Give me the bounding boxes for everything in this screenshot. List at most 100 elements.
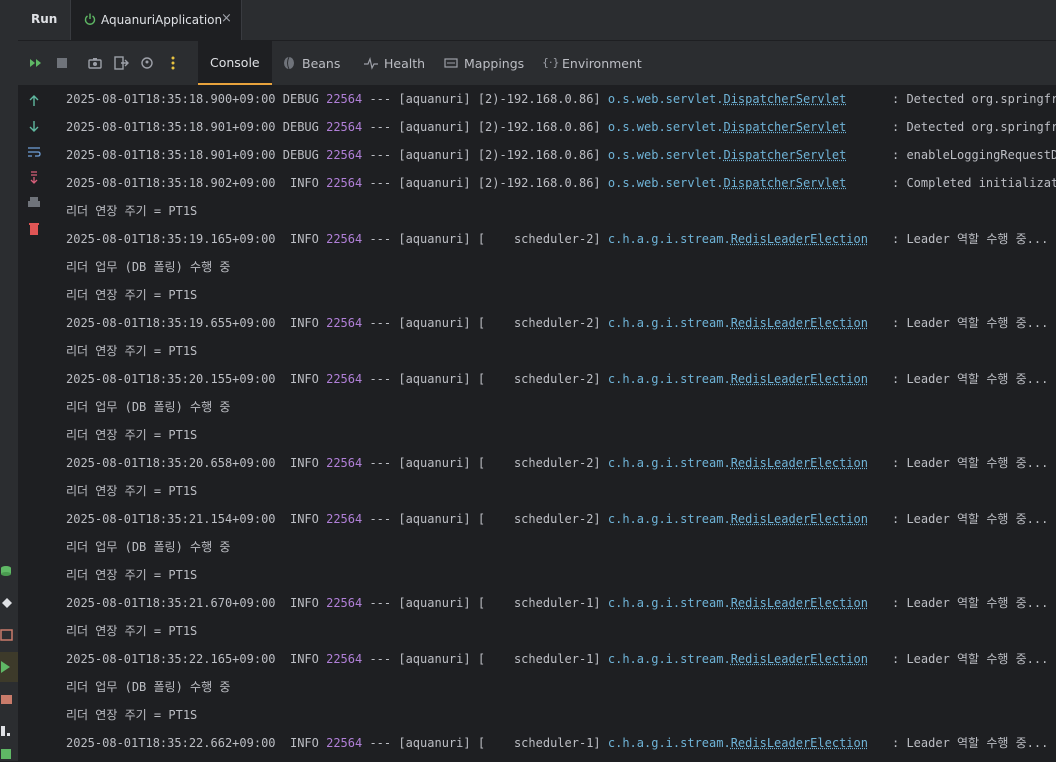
log-pid: 22564 <box>326 512 362 526</box>
log-message: : Completed initialization in 2 ms <box>892 169 1056 197</box>
clear-all-icon[interactable] <box>26 221 42 237</box>
log-line: 2025-08-01T18:35:22.662+09:00 INFO 22564… <box>66 729 868 757</box>
console-actions <box>18 85 50 761</box>
log-line: 2025-08-01T18:35:22.165+09:00 INFO 22564… <box>66 645 868 673</box>
logger-package: c.h.a.g.i.stream. <box>608 372 731 386</box>
stdout-text: 리더 업무 (DB 폴링) 수행 중 <box>66 400 230 414</box>
logger-package: o.s.web.servlet. <box>608 120 724 134</box>
tab-console[interactable]: Console <box>198 41 272 85</box>
run-config-tab-label: AquanuriApplication <box>101 13 222 27</box>
log-message: : Leader 역할 수행 중... <box>892 729 1048 757</box>
stdout-line: 리더 연장 주기 = PT1S <box>66 561 197 589</box>
log-pid: 22564 <box>326 232 362 246</box>
log-pid: 22564 <box>326 372 362 386</box>
run-tool-active[interactable] <box>0 652 18 682</box>
log-thread: --- [aquanuri] [2)-192.168.0.86] <box>362 176 608 190</box>
log-thread: --- [aquanuri] [ scheduler-1] <box>362 736 608 750</box>
log-message: : Leader 역할 수행 중... <box>892 589 1048 617</box>
log-thread: --- [aquanuri] [2)-192.168.0.86] <box>362 92 608 106</box>
logger-class-link: DispatcherServlet <box>723 92 846 106</box>
log-line: 2025-08-01T18:35:18.901+09:00 DEBUG 2256… <box>66 141 846 169</box>
scroll-to-end-icon[interactable] <box>26 170 42 186</box>
logger-package: c.h.a.g.i.stream. <box>608 652 731 666</box>
beans-icon <box>282 56 296 70</box>
tab-mappings[interactable]: Mappings <box>432 41 536 85</box>
stop-icon[interactable] <box>54 55 70 71</box>
log-timestamp: 2025-08-01T18:35:18.901+09:00 <box>66 148 276 162</box>
log-line: 2025-08-01T18:35:20.658+09:00 INFO 22564… <box>66 449 868 477</box>
logger-package: o.s.web.servlet. <box>608 92 724 106</box>
log-level: INFO <box>283 736 319 750</box>
scroll-up-icon[interactable] <box>26 93 42 109</box>
log-logger[interactable]: c.h.a.g.i.stream.RedisLeaderElection <box>608 232 868 246</box>
log-thread: --- [aquanuri] [ scheduler-2] <box>362 232 608 246</box>
stdout-text: 리더 연장 주기 = PT1S <box>66 708 197 722</box>
print-icon[interactable] <box>26 195 42 211</box>
log-logger[interactable]: o.s.web.servlet.DispatcherServlet <box>608 120 846 134</box>
exit-icon[interactable] <box>113 55 129 71</box>
log-logger[interactable]: c.h.a.g.i.stream.RedisLeaderElection <box>608 736 868 750</box>
services-icon[interactable] <box>0 692 14 706</box>
log-logger[interactable]: c.h.a.g.i.stream.RedisLeaderElection <box>608 652 868 666</box>
stdout-text: 리더 연장 주기 = PT1S <box>66 344 197 358</box>
log-level: DEBUG <box>283 148 319 162</box>
run-config-tab[interactable]: AquanuriApplication × <box>70 0 242 40</box>
log-logger[interactable]: o.s.web.servlet.DispatcherServlet <box>608 148 846 162</box>
log-level: INFO <box>283 512 319 526</box>
tab-health-label: Health <box>384 56 425 71</box>
log-pid: 22564 <box>326 736 362 750</box>
log-logger[interactable]: c.h.a.g.i.stream.RedisLeaderElection <box>608 372 868 386</box>
logger-class-link: DispatcherServlet <box>723 120 846 134</box>
logger-class-link: RedisLeaderElection <box>731 736 868 750</box>
camera-icon[interactable] <box>87 55 103 71</box>
tab-mappings-label: Mappings <box>464 56 524 71</box>
stdout-line: 리더 업무 (DB 폴링) 수행 중 <box>66 393 230 421</box>
log-logger[interactable]: c.h.a.g.i.stream.RedisLeaderElection <box>608 596 868 610</box>
tab-environment[interactable]: {·} Environment <box>530 41 654 85</box>
log-pid: 22564 <box>326 316 362 330</box>
log-logger[interactable]: c.h.a.g.i.stream.RedisLeaderElection <box>608 512 868 526</box>
log-logger[interactable]: o.s.web.servlet.DispatcherServlet <box>608 176 846 190</box>
stdout-line: 리더 연장 주기 = PT1S <box>66 281 197 309</box>
log-logger[interactable]: c.h.a.g.i.stream.RedisLeaderElection <box>608 316 868 330</box>
tab-beans[interactable]: Beans <box>270 41 352 85</box>
tab-console-label: Console <box>210 55 260 70</box>
terminal-icon[interactable] <box>0 628 14 642</box>
mappings-icon <box>444 56 458 70</box>
stdout-line: 리더 업무 (DB 폴링) 수행 중 <box>66 533 230 561</box>
database-icon[interactable] <box>0 564 14 578</box>
log-pid: 22564 <box>326 596 362 610</box>
log-thread: --- [aquanuri] [2)-192.168.0.86] <box>362 120 608 134</box>
log-thread: --- [aquanuri] [ scheduler-2] <box>362 512 608 526</box>
log-line: 2025-08-01T18:35:21.670+09:00 INFO 22564… <box>66 589 868 617</box>
log-thread: --- [aquanuri] [ scheduler-2] <box>362 316 608 330</box>
stdout-line: 리더 연장 주기 = PT1S <box>66 701 197 729</box>
log-level: INFO <box>283 372 319 386</box>
problems-icon[interactable] <box>0 724 14 738</box>
log-thread: --- [aquanuri] [ scheduler-1] <box>362 596 608 610</box>
log-timestamp: 2025-08-01T18:35:22.165+09:00 <box>66 652 276 666</box>
log-message: : Leader 역할 수행 중... <box>892 309 1048 337</box>
rerun-icon[interactable] <box>28 55 44 71</box>
scroll-down-icon[interactable] <box>26 118 42 134</box>
log-level: DEBUG <box>283 92 319 106</box>
git-icon[interactable] <box>0 596 14 610</box>
log-message: : Detected org.springframework.web.servl… <box>892 113 1056 141</box>
log-line: 2025-08-01T18:35:19.165+09:00 INFO 22564… <box>66 225 868 253</box>
tab-environment-label: Environment <box>562 56 642 71</box>
close-tab-icon[interactable]: × <box>221 11 232 26</box>
logger-class-link: RedisLeaderElection <box>731 232 868 246</box>
logger-class-link: RedisLeaderElection <box>731 652 868 666</box>
soft-wrap-icon[interactable] <box>26 144 42 160</box>
log-level: INFO <box>283 176 319 190</box>
more-options-icon[interactable] <box>165 55 181 71</box>
console-output[interactable]: 2025-08-01T18:35:18.900+09:00 DEBUG 2256… <box>50 85 1056 761</box>
logger-package: o.s.web.servlet. <box>608 176 724 190</box>
debug-attach-icon[interactable] <box>139 55 155 71</box>
health-icon <box>364 56 378 70</box>
build-icon[interactable] <box>0 748 14 762</box>
log-logger[interactable]: c.h.a.g.i.stream.RedisLeaderElection <box>608 456 868 470</box>
tab-health[interactable]: Health <box>352 41 437 85</box>
log-logger[interactable]: o.s.web.servlet.DispatcherServlet <box>608 92 846 106</box>
logger-package: c.h.a.g.i.stream. <box>608 232 731 246</box>
